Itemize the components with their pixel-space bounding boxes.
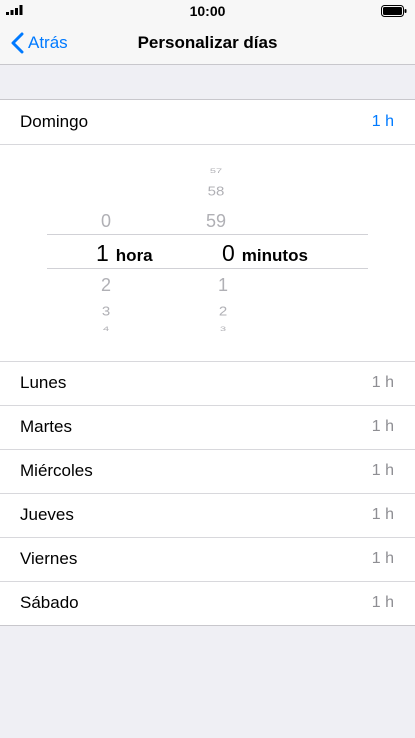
time-picker[interactable]: 0 1 hora 2 3 4 57 58 59 0 minutos 1 2 3 <box>0 144 415 361</box>
picker-minute-option[interactable]: 3 <box>203 325 243 332</box>
day-label: Viernes <box>20 549 78 568</box>
picker-hour-option[interactable]: 3 <box>86 304 126 318</box>
battery-icon <box>381 5 407 17</box>
day-value: 1 h <box>371 374 394 391</box>
picker-hour-option[interactable]: 0 <box>86 211 126 232</box>
status-time: 10:00 <box>189 3 226 19</box>
picker-hour-option[interactable]: 2 <box>86 275 126 296</box>
page-title: Personalizar días <box>137 33 278 52</box>
picker-minute-option[interactable]: 1 <box>203 275 243 296</box>
minute-unit-label: minutos <box>241 246 308 265</box>
day-row-martes[interactable]: Martes 1 h <box>0 405 415 449</box>
days-list: Domingo 1 h 0 1 hora 2 3 4 57 58 59 0 mi… <box>0 99 415 626</box>
picker-minute-option[interactable]: 2 <box>203 304 243 318</box>
day-label: Miércoles <box>20 461 93 480</box>
picker-minute-option[interactable]: 58 <box>196 184 236 198</box>
day-row-miercoles[interactable]: Miércoles 1 h <box>0 449 415 493</box>
day-label: Jueves <box>20 505 74 524</box>
status-bar: 10:00 <box>0 0 415 22</box>
day-row-lunes[interactable]: Lunes 1 h <box>0 361 415 405</box>
day-value: 1 h <box>371 550 394 567</box>
picker-hour-option[interactable]: 4 <box>86 325 126 332</box>
day-label: Sábado <box>20 593 79 612</box>
minute-selected-value: 0 <box>222 240 235 266</box>
hour-unit-label: hora <box>115 246 153 265</box>
day-row-domingo[interactable]: Domingo 1 h <box>0 100 415 144</box>
day-value: 1 h <box>371 113 394 130</box>
day-row-viernes[interactable]: Viernes 1 h <box>0 537 415 581</box>
navigation-bar: Atrás Personalizar días <box>0 22 415 65</box>
picker-hour-selected[interactable]: 1 hora <box>96 240 153 267</box>
picker-minute-selected[interactable]: 0 minutos <box>222 240 308 267</box>
day-row-sabado[interactable]: Sábado 1 h <box>0 581 415 625</box>
day-value: 1 h <box>371 462 394 479</box>
picker-minute-option[interactable]: 57 <box>196 167 236 174</box>
day-value: 1 h <box>371 418 394 435</box>
day-value: 1 h <box>371 506 394 523</box>
day-label: Martes <box>20 417 72 436</box>
day-value: 1 h <box>371 594 394 611</box>
day-label: Lunes <box>20 373 67 392</box>
day-row-jueves[interactable]: Jueves 1 h <box>0 493 415 537</box>
day-label: Domingo <box>20 112 89 131</box>
picker-minute-option[interactable]: 59 <box>196 211 236 232</box>
hour-selected-value: 1 <box>96 240 109 266</box>
